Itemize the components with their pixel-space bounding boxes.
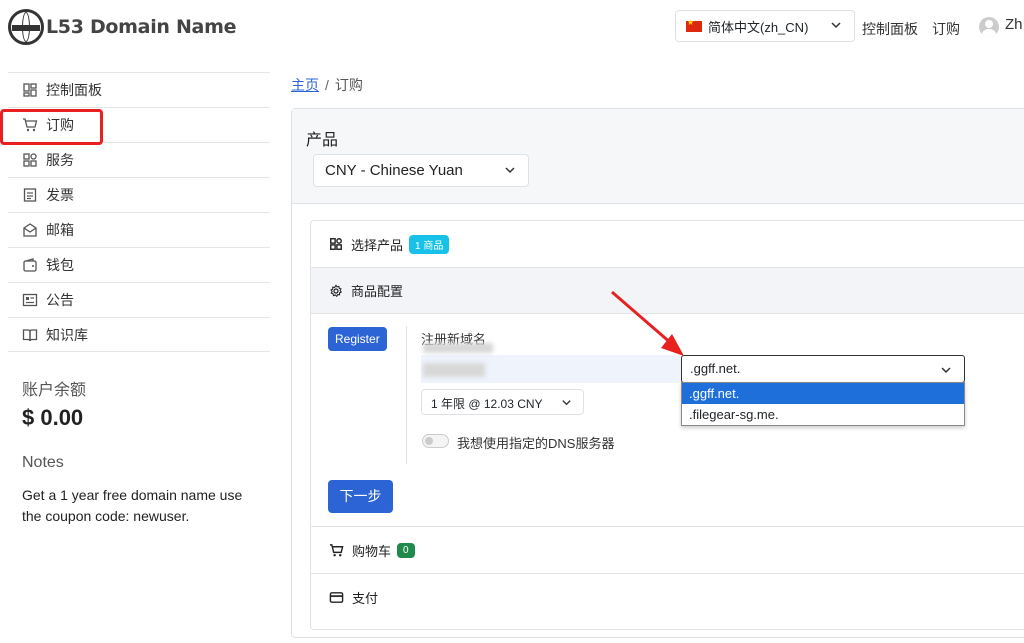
dashboard-icon: [23, 83, 37, 97]
sidebar-item-email[interactable]: 邮箱: [8, 212, 270, 247]
language-select[interactable]: 简体中文(zh_CN): [675, 10, 855, 42]
grid-icon: [23, 153, 37, 167]
domain-suffix-value: .ggff.net.: [690, 361, 741, 376]
currency-select[interactable]: CNY - Chinese Yuan: [313, 154, 529, 187]
grid-icon: [330, 238, 342, 250]
registration-period-value: 1 年限 @ 12.03 CNY: [431, 397, 543, 411]
step-label: 商品配置: [351, 284, 404, 299]
sidebar-item-dashboard[interactable]: 控制面板: [8, 72, 270, 107]
chevron-down-icon: [941, 367, 951, 374]
nav-order-link[interactable]: 订购: [932, 19, 960, 39]
sidebar-item-label: 公告: [46, 292, 74, 308]
suffix-option[interactable]: .filegear-sg.me.: [682, 404, 964, 425]
header: L53 Domain Name 简体中文(zh_CN) 控制面板 订购 Zh: [0, 0, 1024, 56]
order-steps: 选择产品 1 商品 商品配置 Register 注册新域名 .ggff.net.…: [310, 220, 1024, 630]
step-select-product[interactable]: 选择产品 1 商品: [311, 221, 1024, 267]
order-highlight-box: [0, 109, 103, 145]
sidebar-item-knowledgebase[interactable]: 知识库: [8, 317, 270, 352]
cart-count-badge: 0: [397, 542, 415, 558]
step-payment[interactable]: 支付: [311, 574, 1024, 620]
balance-title: 账户余额: [22, 382, 87, 399]
chevron-down-icon: [562, 400, 571, 406]
product-count-badge: 1 商品: [409, 234, 450, 254]
language-label: 简体中文(zh_CN): [708, 19, 809, 35]
domain-suffix-dropdown: .ggff.net. .filegear-sg.me.: [681, 382, 965, 426]
blurred-text: [423, 343, 493, 353]
avatar[interactable]: [979, 17, 999, 37]
breadcrumb-home-link[interactable]: 主页: [291, 77, 319, 93]
step-config[interactable]: 商品配置: [311, 268, 1024, 313]
envelope-icon: [23, 223, 37, 237]
balance-value: $ 0.00: [22, 405, 84, 430]
chevron-down-icon: [505, 167, 515, 174]
sidebar-item-label: 控制面板: [46, 82, 102, 98]
step-label: 购物车: [352, 543, 392, 559]
wallet-icon: [23, 258, 37, 272]
notes-title: Notes: [22, 454, 64, 471]
gear-icon: [330, 283, 343, 297]
credit-card-icon: [329, 591, 344, 603]
globe-icon: [8, 9, 44, 45]
next-step-button[interactable]: 下一步: [328, 480, 393, 513]
book-icon: [22, 328, 38, 341]
chevron-down-icon: [831, 22, 841, 29]
currency-value: CNY - Chinese Yuan: [325, 162, 463, 179]
breadcrumb: 主页 / 订购: [291, 77, 363, 93]
domain-suffix-select[interactable]: .ggff.net.: [681, 355, 965, 383]
register-button[interactable]: Register: [328, 327, 387, 351]
card-title: 产品: [306, 132, 339, 149]
registration-period-select[interactable]: 1 年限 @ 12.03 CNY: [421, 389, 584, 415]
china-flag-icon: [686, 18, 702, 32]
product-card: 产品 CNY - Chinese Yuan 选择产品 1 商品 商品配置 Reg…: [291, 108, 1024, 638]
sidebar-item-invoices[interactable]: 发票: [8, 177, 270, 212]
sidebar-item-services[interactable]: 服务: [8, 142, 270, 177]
step-cart[interactable]: 购物车 0: [311, 527, 1024, 573]
sidebar-item-label: 发票: [46, 187, 74, 203]
sidebar-item-wallet[interactable]: 钱包: [8, 247, 270, 282]
logo[interactable]: L53 Domain Name: [8, 9, 236, 45]
cart-icon: [329, 543, 344, 556]
notes-text: Get a 1 year free domain name use the co…: [22, 487, 243, 524]
sidebar-item-label: 知识库: [46, 326, 88, 343]
breadcrumb-current: 订购: [334, 77, 363, 93]
announcement-icon: [22, 293, 38, 307]
sidebar-item-announcements[interactable]: 公告: [8, 282, 270, 317]
dns-toggle-label: 我想使用指定的DNS服务器: [457, 436, 615, 451]
blurred-text: [423, 363, 485, 377]
invoice-icon: [23, 188, 37, 202]
nav-dashboard-link[interactable]: 控制面板: [862, 19, 918, 39]
sidebar-item-label: 邮箱: [46, 222, 74, 238]
step-label: 选择产品: [351, 237, 404, 253]
sidebar-item-label: 钱包: [46, 257, 74, 273]
dns-toggle[interactable]: [422, 434, 449, 448]
step-label: 支付: [352, 590, 379, 606]
user-name[interactable]: Zh: [1005, 16, 1023, 33]
suffix-option[interactable]: .ggff.net.: [682, 383, 964, 404]
logo-text: L53 Domain Name: [46, 16, 237, 38]
sidebar-item-label: 服务: [46, 152, 74, 168]
